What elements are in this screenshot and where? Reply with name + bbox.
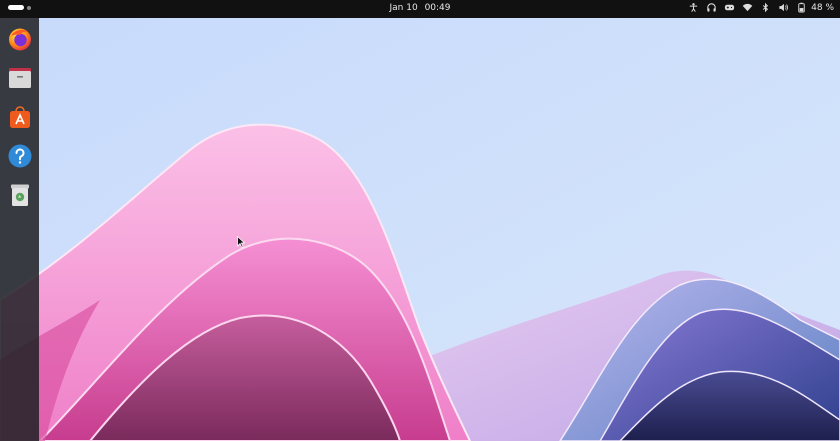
system-tray[interactable]: 48 % — [688, 2, 834, 13]
desktop-wallpaper — [0, 0, 840, 441]
accessibility-icon[interactable] — [688, 2, 699, 13]
files-icon — [8, 68, 31, 88]
dock-item-firefox[interactable] — [5, 24, 35, 54]
battery-percentage: 48 % — [811, 2, 834, 13]
gamepad-icon[interactable] — [724, 2, 735, 13]
help-icon — [8, 144, 31, 168]
dock-item-trash[interactable] — [5, 180, 35, 210]
top-bar: Jan 10 00:49 48 % — [0, 0, 840, 18]
volume-icon[interactable] — [778, 2, 789, 13]
trash-icon — [10, 184, 29, 206]
firefox-icon — [8, 28, 31, 51]
dock — [0, 18, 39, 441]
clock-time: 00:49 — [424, 3, 451, 13]
clock-date: Jan 10 — [389, 3, 418, 13]
dock-item-help[interactable] — [5, 141, 35, 171]
mouse-pointer-icon — [237, 236, 245, 248]
bluetooth-icon[interactable] — [760, 2, 771, 13]
dock-item-files[interactable] — [5, 63, 35, 93]
battery-icon[interactable] — [796, 2, 807, 13]
app-center-icon — [9, 106, 30, 128]
dock-item-app-center[interactable] — [5, 102, 35, 132]
headphones-icon[interactable] — [706, 2, 717, 13]
wifi-icon[interactable] — [742, 2, 753, 13]
